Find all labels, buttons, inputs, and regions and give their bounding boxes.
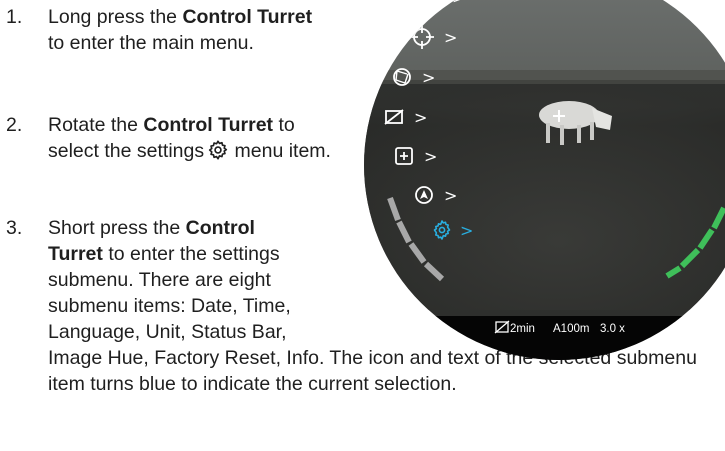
step-number: 3. bbox=[6, 217, 23, 239]
brightness-icon[interactable]: > bbox=[425, 0, 465, 7]
step-text: Long press the Control Turret to enter t… bbox=[48, 6, 313, 54]
svg-text:>: > bbox=[452, 0, 465, 7]
status-bar bbox=[364, 316, 725, 360]
distance-text: A100m bbox=[553, 323, 589, 335]
svg-text:>: > bbox=[444, 28, 457, 47]
svg-text:>: > bbox=[460, 221, 473, 240]
svg-text:>: > bbox=[422, 68, 435, 87]
svg-text:>: > bbox=[424, 147, 437, 166]
svg-text:>: > bbox=[444, 186, 457, 205]
step-2: 2. Rotate the Control Turret to select t… bbox=[0, 112, 340, 192]
step-1: 1. Long press the Control Turret to ente… bbox=[0, 4, 320, 84]
zoom-text: 3.0 x bbox=[600, 323, 625, 335]
control-turret-term: Control Turret bbox=[143, 114, 274, 136]
sleep-timer-text: 2min bbox=[510, 323, 535, 335]
settings-gear-icon bbox=[207, 139, 229, 168]
step-text: Rotate the Control Turret to select the … bbox=[48, 112, 338, 168]
device-screen: > > > > > > 2min A100m 3.0 x bbox=[364, 0, 725, 360]
control-turret-term: Control Turret bbox=[182, 6, 313, 28]
step-number: 2. bbox=[6, 114, 23, 136]
svg-text:>: > bbox=[414, 108, 427, 127]
step-number: 1. bbox=[6, 6, 23, 28]
